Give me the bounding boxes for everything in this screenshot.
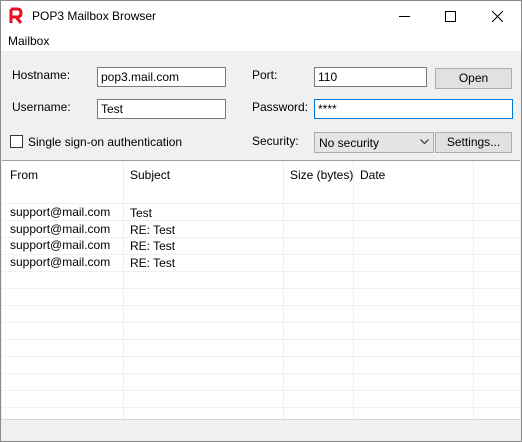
hostname-label: Hostname: [12, 68, 71, 82]
row-from: support@mail.com [10, 205, 111, 219]
column-separator [473, 161, 474, 419]
row-from: support@mail.com [10, 238, 111, 252]
column-separator [283, 161, 284, 419]
open-button[interactable]: Open [435, 68, 512, 89]
chevron-down-icon [420, 139, 429, 145]
password-field[interactable]: **** [314, 99, 513, 119]
column-header-from[interactable]: From [10, 168, 38, 182]
column-header-date[interactable]: Date [360, 168, 385, 182]
menu-mailbox[interactable]: Mailbox [8, 34, 49, 48]
maximize-icon [445, 11, 456, 22]
minimize-icon [399, 16, 410, 17]
security-dropdown[interactable]: No security [314, 132, 434, 153]
sso-checkbox[interactable] [10, 135, 23, 148]
title-bar[interactable]: POP3 Mailbox Browser [1, 1, 521, 32]
sso-label[interactable]: Single sign-on authentication [28, 135, 182, 149]
status-bar [1, 419, 521, 441]
port-label: Port: [252, 68, 278, 82]
menu-bar: Mailbox [1, 32, 521, 51]
username-label: Username: [12, 100, 71, 114]
maximize-button[interactable] [428, 1, 474, 32]
close-button[interactable] [475, 1, 521, 32]
close-icon [492, 11, 503, 22]
message-list[interactable]: From Subject Size (bytes) Date support@m… [2, 160, 520, 419]
row-subject: RE: Test [130, 239, 176, 253]
window-title: POP3 Mailbox Browser [32, 9, 157, 23]
row-from: support@mail.com [10, 222, 111, 236]
row-subject: RE: Test [130, 223, 176, 237]
main-window: POP3 Mailbox Browser Mailbox Hostname: p… [0, 0, 522, 442]
app-logo-icon [9, 7, 23, 24]
column-header-subject[interactable]: Subject [130, 168, 170, 182]
row-subject: Test [130, 206, 153, 220]
hostname-field[interactable]: pop3.mail.com [97, 67, 226, 87]
minimize-button[interactable] [382, 1, 428, 32]
row-subject: RE: Test [130, 256, 176, 270]
password-label: Password: [252, 100, 309, 114]
column-separator [123, 161, 124, 419]
settings-button[interactable]: Settings... [435, 132, 512, 153]
security-label: Security: [252, 134, 299, 148]
username-field[interactable]: Test [97, 99, 226, 119]
column-header-size[interactable]: Size (bytes) [290, 168, 353, 182]
row-from: support@mail.com [10, 255, 111, 269]
port-field[interactable]: 110 [314, 67, 427, 87]
security-dropdown-value: No security [319, 136, 380, 150]
column-separator [353, 161, 354, 419]
